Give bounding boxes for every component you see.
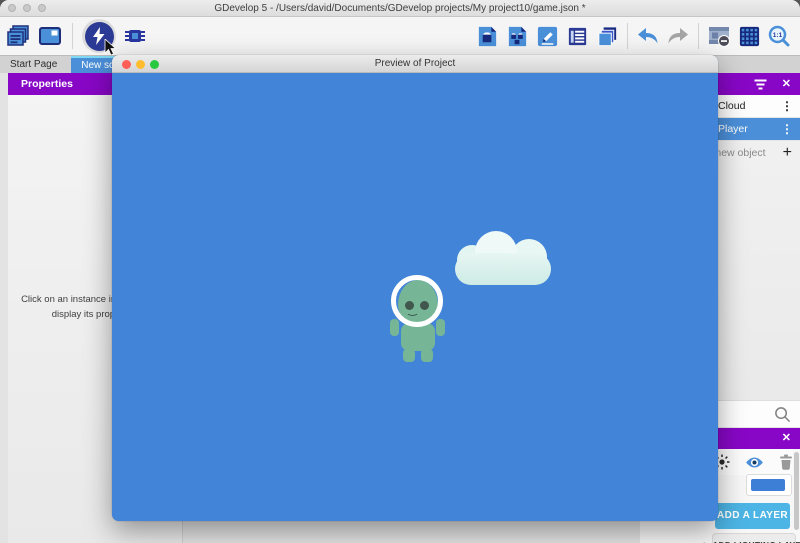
toolbar-left-group xyxy=(5,17,148,55)
preview-title: Preview of Project xyxy=(112,55,718,73)
zoom-original-button[interactable]: 1:1 xyxy=(766,23,792,49)
object-name: Cloud xyxy=(718,100,745,112)
layer-name-input[interactable] xyxy=(746,474,792,496)
player-arm xyxy=(436,319,445,336)
toggle-grid-button[interactable] xyxy=(736,23,762,49)
grid-icon xyxy=(738,25,761,48)
main-titlebar: GDevelop 5 - /Users/david/Documents/GDev… xyxy=(0,0,800,17)
selection-ring xyxy=(391,275,443,327)
project-manager-button[interactable] xyxy=(5,23,31,49)
close-window-icon[interactable] xyxy=(8,4,16,12)
visibility-eye-icon[interactable] xyxy=(745,456,764,469)
game-canvas[interactable] xyxy=(112,73,718,521)
cloud-sprite xyxy=(455,231,551,285)
more-options-icon[interactable]: ⋮ xyxy=(781,95,793,118)
minimize-preview-icon[interactable] xyxy=(136,60,145,69)
object-groups-icon xyxy=(506,25,529,48)
tab-start-page[interactable]: Start Page xyxy=(0,56,67,74)
layers-scrollbar[interactable] xyxy=(794,452,799,530)
close-layers-panel-icon[interactable]: ✕ xyxy=(782,428,791,449)
gdevelop-window: GDevelop 5 - /Users/david/Documents/GDev… xyxy=(0,0,800,543)
more-options-icon[interactable]: ⋮ xyxy=(781,118,793,141)
maximize-window-icon[interactable] xyxy=(38,4,46,12)
open-scene-properties-button[interactable] xyxy=(534,23,560,49)
undo-arrow-icon xyxy=(636,24,660,48)
edit-pencil-icon xyxy=(536,25,559,48)
open-objects-editor-button[interactable] xyxy=(474,23,500,49)
open-object-groups-button[interactable] xyxy=(504,23,530,49)
debugger-chip-icon xyxy=(123,24,147,48)
toolbar-divider xyxy=(698,23,699,49)
window-title: GDevelop 5 - /Users/david/Documents/GDev… xyxy=(0,0,800,17)
minimize-window-icon[interactable] xyxy=(23,4,31,12)
launch-preview-button[interactable] xyxy=(82,19,116,53)
main-toolbar: 1:1 xyxy=(0,17,800,55)
preview-window: Preview of Project xyxy=(112,55,718,521)
zoom-label: 1:1 xyxy=(773,32,783,39)
mask-frame-icon xyxy=(707,24,731,48)
object-icon xyxy=(476,25,499,48)
add-layer-button[interactable]: ADD A LAYER xyxy=(715,503,790,529)
player-arm xyxy=(390,319,399,336)
open-events-sheet-button[interactable] xyxy=(564,23,590,49)
plus-icon: + xyxy=(700,538,708,543)
zoom-1-1-icon: 1:1 xyxy=(767,24,791,48)
undo-button[interactable] xyxy=(635,23,661,49)
toolbar-divider xyxy=(72,23,73,49)
toolbar-divider xyxy=(627,23,628,49)
text-selection-highlight xyxy=(751,479,785,491)
add-lighting-layer-button[interactable]: + ADD LIGHTING LAYER xyxy=(712,533,796,543)
main-traffic-lights[interactable] xyxy=(8,4,46,12)
toolbar-right-group: 1:1 xyxy=(474,17,792,55)
close-preview-icon[interactable] xyxy=(122,60,131,69)
open-layers-editor-button[interactable] xyxy=(594,23,620,49)
panel-divider xyxy=(182,521,183,543)
player-sprite xyxy=(388,278,446,366)
preview-traffic-lights[interactable] xyxy=(122,60,159,69)
close-objects-panel-icon[interactable]: ✕ xyxy=(782,73,791,95)
search-icon xyxy=(774,406,791,423)
start-page-button[interactable] xyxy=(37,23,63,49)
toggle-mask-button[interactable] xyxy=(706,23,732,49)
project-manager-icon xyxy=(6,24,30,48)
preview-titlebar[interactable]: Preview of Project xyxy=(112,55,718,73)
redo-button[interactable] xyxy=(665,23,691,49)
mouse-cursor-icon xyxy=(104,39,117,56)
trash-icon[interactable] xyxy=(779,454,793,470)
redo-arrow-icon xyxy=(666,24,690,48)
window-icon xyxy=(38,24,62,48)
properties-panel-title: Properties xyxy=(21,78,73,90)
plus-icon[interactable]: + xyxy=(783,141,792,165)
maximize-preview-icon[interactable] xyxy=(150,60,159,69)
events-list-icon xyxy=(566,25,589,48)
debugger-button[interactable] xyxy=(122,23,148,49)
layers-icon xyxy=(596,25,619,48)
object-name: Player xyxy=(718,123,748,135)
filter-icon[interactable] xyxy=(754,78,767,91)
player-body xyxy=(401,323,435,351)
